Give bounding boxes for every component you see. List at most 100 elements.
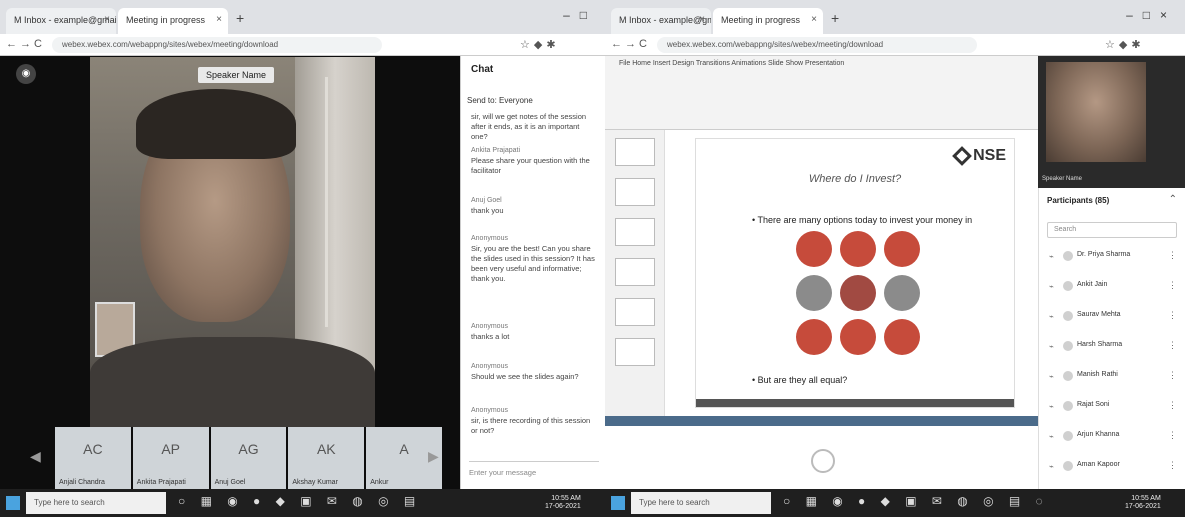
slide-thumbnail[interactable] xyxy=(615,298,655,326)
more-icon[interactable]: ⋮ xyxy=(1168,250,1177,261)
more-icon[interactable]: ⋮ xyxy=(1168,310,1177,321)
url-input[interactable]: webex.webex.com/webappng/sites/webex/mee… xyxy=(657,37,977,53)
forward-icon[interactable]: → xyxy=(625,38,636,50)
close-icon[interactable]: × xyxy=(699,14,705,25)
option-circle xyxy=(840,319,876,355)
forward-icon[interactable]: → xyxy=(20,38,31,50)
participant-row[interactable]: ⌁ Rajat Soni ⋮ xyxy=(1047,398,1177,418)
close-icon[interactable]: × xyxy=(104,14,110,25)
windows-taskbar: Type here to search ○ ▦ ◉ ● ◆ ▣ ✉ ◍ ◎ ▤ … xyxy=(0,489,605,517)
mic-icon[interactable]: ⌁ xyxy=(1049,462,1054,471)
webex-icon[interactable]: ◉ xyxy=(16,64,36,84)
taskbar-search[interactable]: Type here to search xyxy=(631,492,771,514)
slide-thumbnail[interactable] xyxy=(615,338,655,366)
participant-tile[interactable]: AK Akshay Kumar xyxy=(288,427,365,489)
extension-icons[interactable]: ☆◆✱ xyxy=(520,38,560,51)
window-controls[interactable]: –□ xyxy=(563,8,597,22)
taskbar-search[interactable]: Type here to search xyxy=(26,492,166,514)
more-icon[interactable]: ⋮ xyxy=(1168,460,1177,471)
tile-name: Ankita Prajapati xyxy=(136,479,186,486)
clock-time: 10:55 AM xyxy=(551,495,581,502)
reload-icon[interactable]: C xyxy=(639,38,647,50)
chat-input[interactable]: Enter your message xyxy=(469,461,599,481)
chat-sender: Ankita Prajapati xyxy=(471,147,521,154)
mic-icon[interactable]: ⌁ xyxy=(1049,402,1054,411)
participant-name: Arjun Khanna xyxy=(1077,431,1120,438)
participant-tile[interactable]: AP Ankita Prajapati xyxy=(132,427,209,489)
more-icon[interactable]: ⋮ xyxy=(1168,370,1177,381)
chat-message-text: Should we see the slides again? xyxy=(471,372,579,381)
taskbar-app-icons[interactable]: ○ ▦ ◉ ● ◆ ▣ ✉ ◍ ◎ ▤ ◌ xyxy=(783,494,1049,508)
url-input[interactable]: webex.webex.com/webappng/sites/webex/mee… xyxy=(52,37,382,53)
ppt-statusbar xyxy=(605,416,1038,426)
participant-tile[interactable]: AG Anuj Goel xyxy=(210,427,287,489)
avatar xyxy=(1063,431,1073,441)
mic-icon[interactable]: ⌁ xyxy=(1049,312,1054,321)
window-controls[interactable]: –□× xyxy=(1126,8,1177,22)
back-icon[interactable]: ← xyxy=(611,38,622,50)
participant-row[interactable]: ⌁ Ankit Jain ⋮ xyxy=(1047,278,1177,298)
participant-row[interactable]: ⌁ Harsh Sharma ⋮ xyxy=(1047,338,1177,358)
participant-row[interactable]: ⌁ Arjun Khanna ⋮ xyxy=(1047,428,1177,448)
tab-label: M Inbox - example@gmail.com xyxy=(619,15,711,25)
tab-inbox[interactable]: M Inbox - example@gmail.com× xyxy=(611,8,711,34)
collapse-icon[interactable]: ⌃ xyxy=(1169,194,1177,205)
more-icon[interactable]: ⋮ xyxy=(1168,340,1177,351)
participants-search[interactable]: Search xyxy=(1047,222,1177,238)
participant-row[interactable]: ⌁ Manish Rathi ⋮ xyxy=(1047,368,1177,388)
participant-row[interactable]: ⌁ Dr. Priya Sharma ⋮ xyxy=(1047,248,1177,268)
option-circle xyxy=(884,231,920,267)
mic-icon[interactable]: ⌁ xyxy=(1049,342,1054,351)
participant-strip: AC Anjali Chandra AP Ankita Prajapati AG An… xyxy=(55,427,442,489)
chat-message-text: thanks a lot xyxy=(471,332,510,341)
ribbon-tabs[interactable]: File Home Insert Design Transitions Anim… xyxy=(619,60,803,67)
mic-icon[interactable]: ⌁ xyxy=(1049,372,1054,381)
taskbar-app-icons[interactable]: ○ ▦ ◉ ● ◆ ▣ ✉ ◍ ◎ ▤ xyxy=(178,494,421,508)
tab-meeting[interactable]: Meeting in progress × xyxy=(118,8,228,34)
strip-next-icon[interactable]: ▶ xyxy=(428,448,439,465)
chat-sender: Anonymous xyxy=(471,235,508,242)
address-bar: ← → C webex.webex.com/webappng/sites/web… xyxy=(0,34,605,56)
ribbon-commands[interactable] xyxy=(615,74,1028,124)
chat-message-text: thank you xyxy=(471,206,504,215)
self-video: Speaker Name xyxy=(1038,56,1185,188)
slide-thumbnail[interactable] xyxy=(615,138,655,166)
close-icon[interactable]: × xyxy=(811,14,817,25)
nse-logo-text: NSE xyxy=(973,147,1006,164)
back-icon[interactable]: ← xyxy=(6,38,17,50)
participant-row[interactable]: ⌁ Saurav Mehta ⋮ xyxy=(1047,308,1177,328)
option-circle xyxy=(796,231,832,267)
avatar xyxy=(1063,341,1073,351)
mic-icon[interactable]: ⌁ xyxy=(1049,252,1054,261)
strip-prev-icon[interactable]: ◀ xyxy=(30,448,41,465)
speaker-shirt xyxy=(90,337,375,427)
chat-sender: Anonymous xyxy=(471,407,508,414)
slide-thumbnail[interactable] xyxy=(615,258,655,286)
speaker-name-label: Speaker Name xyxy=(198,67,275,83)
mic-icon[interactable]: ⌁ xyxy=(1049,282,1054,291)
option-circle xyxy=(840,231,876,267)
self-video-name: Speaker Name xyxy=(1042,176,1083,182)
windows-start-icon[interactable] xyxy=(6,496,20,510)
tab-inbox[interactable]: M Inbox - example@gmail.com× xyxy=(6,8,116,34)
mic-icon[interactable]: ⌁ xyxy=(1049,432,1054,441)
new-tab-icon[interactable]: + xyxy=(236,10,244,26)
tile-name: Ankur xyxy=(370,479,389,486)
slide-thumbnail[interactable] xyxy=(615,218,655,246)
new-tab-icon[interactable]: + xyxy=(831,10,839,26)
more-icon[interactable]: ⋮ xyxy=(1168,280,1177,291)
browser-tabbar: M Inbox - example@gmail.com× Meeting in … xyxy=(605,0,1185,34)
reload-icon[interactable]: C xyxy=(34,38,42,50)
participant-tile[interactable]: AC Anjali Chandra xyxy=(55,427,131,489)
windows-start-icon[interactable] xyxy=(611,496,625,510)
chat-recipient[interactable]: Send to: Everyone xyxy=(467,96,533,105)
clock-time: 10:55 AM xyxy=(1131,495,1161,502)
slide-thumbnail[interactable] xyxy=(615,178,655,206)
participant-row[interactable]: ⌁ Aman Kapoor ⋮ xyxy=(1047,458,1177,478)
tab-meeting[interactable]: Meeting in progress × xyxy=(713,8,823,34)
more-icon[interactable]: ⋮ xyxy=(1168,430,1177,441)
powerpoint-window: File Home Insert Design Transitions Anim… xyxy=(605,56,1038,489)
extension-icons[interactable]: ☆◆✱ xyxy=(1105,38,1145,51)
more-icon[interactable]: ⋮ xyxy=(1168,400,1177,411)
close-icon[interactable]: × xyxy=(216,14,222,25)
